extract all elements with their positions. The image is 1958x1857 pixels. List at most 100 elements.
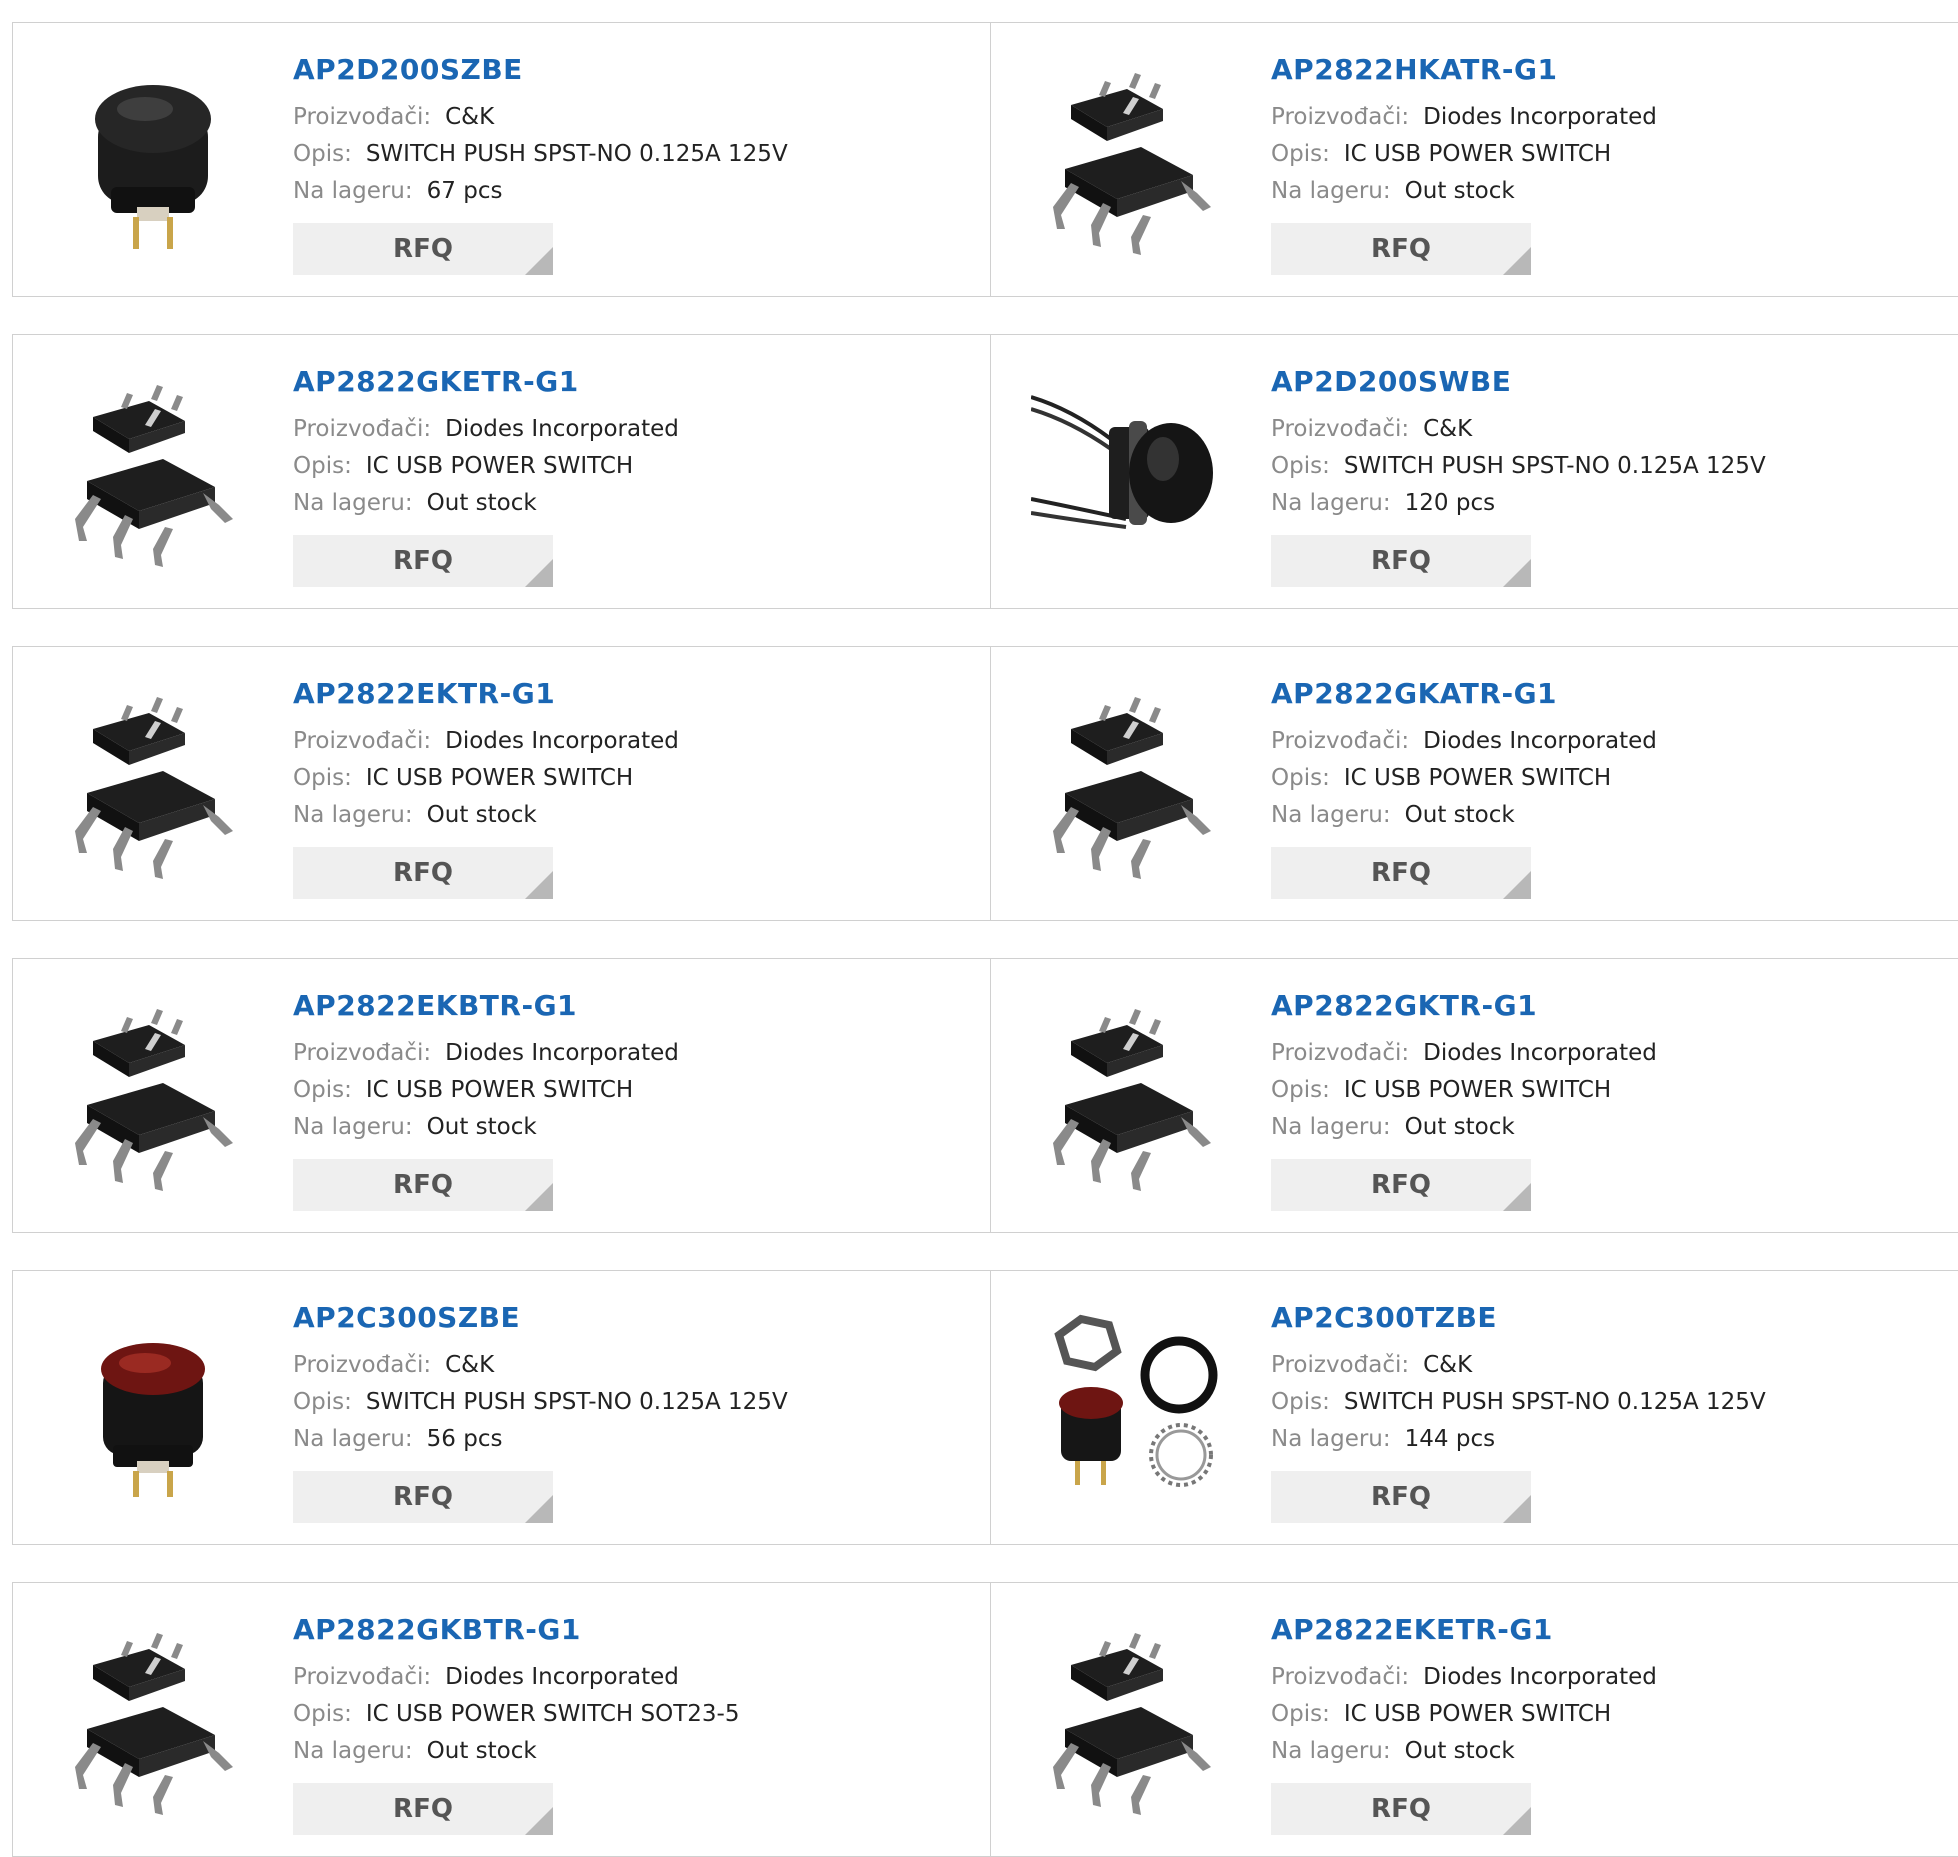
manufacturer-value: Diodes Incorporated [1423, 728, 1657, 754]
stock-label: Na lageru: [1271, 490, 1391, 516]
part-number-link[interactable]: AP2822EKETR-G1 [1271, 1613, 1657, 1647]
stock-label: Na lageru: [293, 1426, 413, 1452]
manufacturer-value: C&K [445, 104, 495, 130]
rfq-button[interactable]: RFQ [1271, 1159, 1531, 1211]
rfq-button[interactable]: RFQ [1271, 847, 1531, 899]
rfq-button-label: RFQ [1371, 234, 1431, 264]
product-card: AP2822EKBTR-G1 Proizvođači: Diodes Incorp… [13, 959, 991, 1232]
rfq-button[interactable]: RFQ [1271, 1783, 1531, 1835]
rfq-button-label: RFQ [393, 546, 453, 576]
manufacturer-label: Proizvođači: [1271, 104, 1410, 130]
stock-value: 144 pcs [1404, 1426, 1496, 1452]
rfq-button-label: RFQ [1371, 1482, 1431, 1512]
sot23-chip-icon[interactable] [1031, 57, 1231, 257]
corner-triangle-icon [1503, 1495, 1531, 1523]
sot23-chip-icon[interactable] [53, 369, 253, 569]
corner-triangle-icon [1503, 559, 1531, 587]
push-switch-kit-icon[interactable] [1031, 1305, 1231, 1505]
sot23-chip-icon[interactable] [53, 681, 253, 881]
part-number-link[interactable]: AP2822HKATR-G1 [1271, 53, 1657, 87]
rfq-button[interactable]: RFQ [293, 847, 553, 899]
stock-line: Na lageru: 67 pcs [293, 173, 788, 210]
sot23-chip-icon[interactable] [53, 1617, 253, 1817]
manufacturer-label: Proizvođači: [1271, 416, 1410, 442]
description-value: SWITCH PUSH SPST-NO 0.125A 125V [1343, 1389, 1766, 1415]
description-line: Opis: SWITCH PUSH SPST-NO 0.125A 125V [1271, 448, 1766, 485]
stock-label: Na lageru: [1271, 1114, 1391, 1140]
product-info: AP2D200SZBE Proizvođači: C&K Opis: SWITCH … [293, 53, 788, 210]
manufacturer-line: Proizvođači: C&K [1271, 411, 1766, 448]
sot23-chip-icon[interactable] [1031, 1617, 1231, 1817]
stock-value: Out stock [426, 802, 537, 828]
stock-label: Na lageru: [1271, 178, 1391, 204]
sot23-chip-icon[interactable] [53, 993, 253, 1193]
part-number-link[interactable]: AP2C300TZBE [1271, 1301, 1766, 1335]
description-value: IC USB POWER SWITCH [1343, 765, 1612, 791]
product-info: AP2C300TZBE Proizvođači: C&K Opis: SWITCH … [1271, 1301, 1766, 1458]
description-value: SWITCH PUSH SPST-NO 0.125A 125V [365, 141, 788, 167]
manufacturer-line: Proizvođači: C&K [293, 99, 788, 136]
rfq-button-label: RFQ [1371, 1170, 1431, 1200]
stock-label: Na lageru: [293, 1738, 413, 1764]
push-switch-red-icon[interactable] [53, 1305, 253, 1505]
part-number-link[interactable]: AP2C300SZBE [293, 1301, 788, 1335]
manufacturer-label: Proizvođači: [293, 416, 432, 442]
description-value: SWITCH PUSH SPST-NO 0.125A 125V [365, 1389, 788, 1415]
description-value: SWITCH PUSH SPST-NO 0.125A 125V [1343, 453, 1766, 479]
part-number-link[interactable]: AP2D200SZBE [293, 53, 788, 87]
rfq-button[interactable]: RFQ [1271, 223, 1531, 275]
rfq-button[interactable]: RFQ [293, 223, 553, 275]
manufacturer-value: Diodes Incorporated [445, 1040, 679, 1066]
stock-label: Na lageru: [293, 178, 413, 204]
corner-triangle-icon [525, 1807, 553, 1835]
manufacturer-value: Diodes Incorporated [445, 728, 679, 754]
sot23-chip-icon[interactable] [1031, 993, 1231, 1193]
rfq-button[interactable]: RFQ [1271, 1471, 1531, 1523]
stock-line: Na lageru: 144 pcs [1271, 1421, 1766, 1458]
stock-line: Na lageru: Out stock [293, 485, 679, 522]
part-number-link[interactable]: AP2822EKTR-G1 [293, 677, 679, 711]
manufacturer-line: Proizvođači: Diodes Incorporated [1271, 1035, 1657, 1072]
manufacturer-label: Proizvođači: [293, 728, 432, 754]
stock-line: Na lageru: 56 pcs [293, 1421, 788, 1458]
part-number-link[interactable]: AP2822EKBTR-G1 [293, 989, 679, 1023]
part-number-link[interactable]: AP2822GKATR-G1 [1271, 677, 1657, 711]
product-card: AP2822GKATR-G1 Proizvođači: Diodes Incorp… [991, 647, 1958, 920]
stock-value: Out stock [1404, 1114, 1515, 1140]
corner-triangle-icon [1503, 1183, 1531, 1211]
manufacturer-value: Diodes Incorporated [445, 1664, 679, 1690]
product-card: AP2D200SWBE Proizvođači: C&K Opis: SWITCH … [991, 335, 1958, 608]
rfq-button-label: RFQ [393, 858, 453, 888]
product-info: AP2822GKBTR-G1 Proizvođači: Diodes Incorp… [293, 1613, 740, 1770]
rfq-button[interactable]: RFQ [293, 1783, 553, 1835]
rfq-button-label: RFQ [393, 234, 453, 264]
push-switch-wired-icon[interactable] [1031, 369, 1231, 569]
corner-triangle-icon [1503, 247, 1531, 275]
part-number-link[interactable]: AP2822GKETR-G1 [293, 365, 679, 399]
rfq-button[interactable]: RFQ [293, 535, 553, 587]
description-line: Opis: IC USB POWER SWITCH [293, 1072, 679, 1109]
push-switch-black-icon[interactable] [53, 57, 253, 257]
stock-value: Out stock [426, 490, 537, 516]
description-label: Opis: [1271, 765, 1330, 791]
rfq-button-label: RFQ [393, 1794, 453, 1824]
corner-triangle-icon [525, 871, 553, 899]
sot23-chip-icon[interactable] [1031, 681, 1231, 881]
description-line: Opis: IC USB POWER SWITCH [293, 448, 679, 485]
part-number-link[interactable]: AP2822GKTR-G1 [1271, 989, 1657, 1023]
product-row: AP2822EKTR-G1 Proizvođači: Diodes Incorpo… [12, 646, 1958, 921]
part-number-link[interactable]: AP2D200SWBE [1271, 365, 1766, 399]
manufacturer-value: C&K [445, 1352, 495, 1378]
part-number-link[interactable]: AP2822GKBTR-G1 [293, 1613, 740, 1647]
manufacturer-label: Proizvođači: [293, 1352, 432, 1378]
description-value: IC USB POWER SWITCH [1343, 141, 1612, 167]
rfq-button[interactable]: RFQ [293, 1159, 553, 1211]
rfq-button[interactable]: RFQ [293, 1471, 553, 1523]
rfq-button-label: RFQ [393, 1482, 453, 1512]
description-value: IC USB POWER SWITCH [365, 453, 634, 479]
rfq-button[interactable]: RFQ [1271, 535, 1531, 587]
product-info: AP2822GKETR-G1 Proizvođači: Diodes Incorp… [293, 365, 679, 522]
description-label: Opis: [293, 453, 352, 479]
product-info: AP2822EKBTR-G1 Proizvođači: Diodes Incorp… [293, 989, 679, 1146]
stock-line: Na lageru: Out stock [1271, 1109, 1657, 1146]
